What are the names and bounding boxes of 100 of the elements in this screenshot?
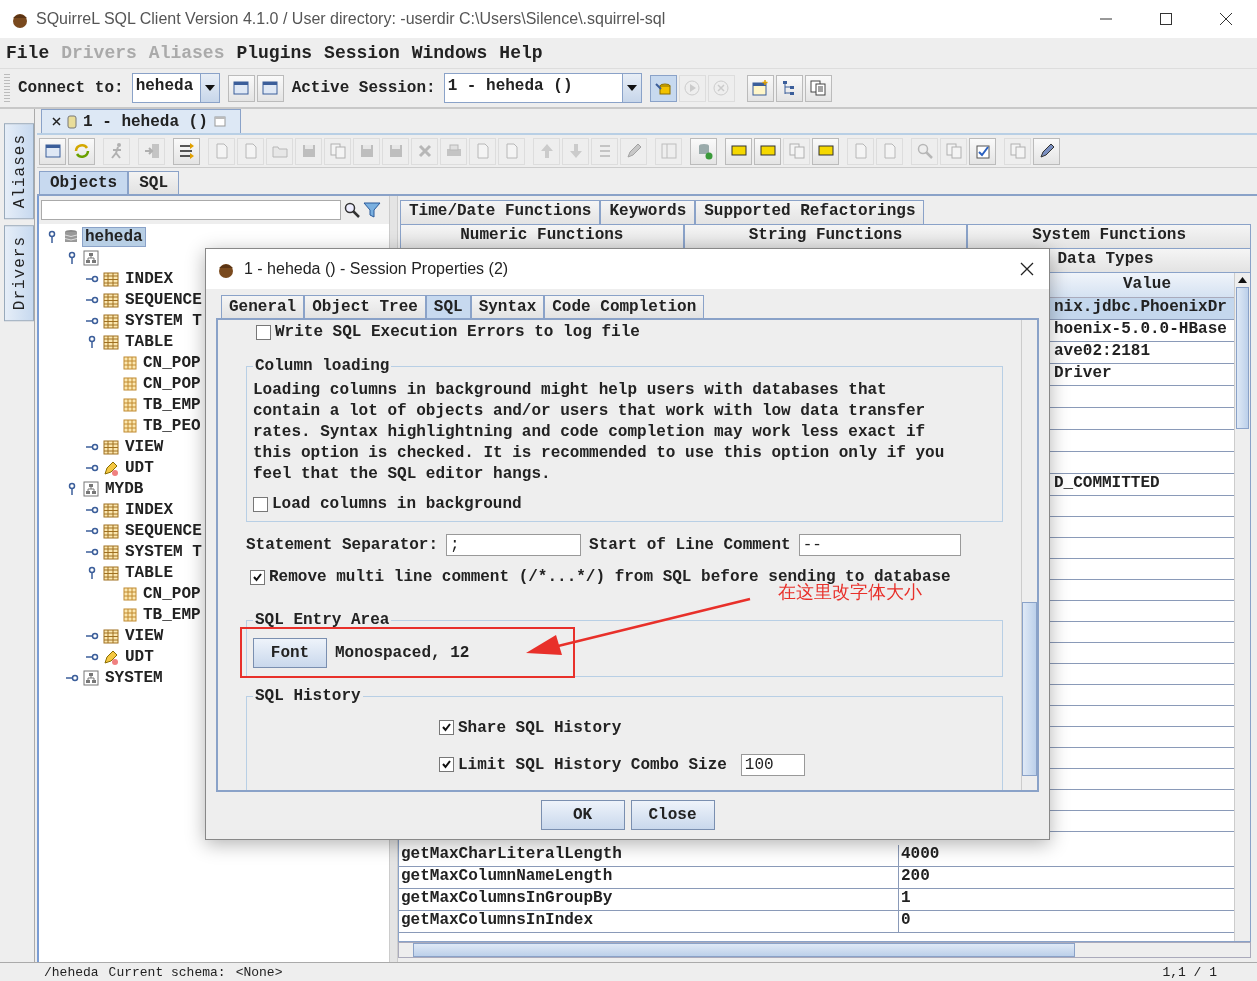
tree-item[interactable]: TABLE (123, 563, 175, 582)
toolbar-button[interactable] (1033, 137, 1060, 165)
tree-item[interactable]: SYSTEM (103, 668, 165, 687)
toolbar-button[interactable] (746, 74, 774, 102)
tab[interactable]: Time/Date Functions (400, 200, 601, 224)
table-cell: getMaxColumnsInIndex (401, 911, 594, 929)
tree-item[interactable]: UDT (123, 647, 156, 666)
grid-icon (123, 397, 137, 412)
tree-item[interactable]: SEQUENCE (123, 521, 204, 540)
filter-field[interactable] (41, 200, 341, 220)
input-field[interactable]: -- (798, 534, 961, 556)
exit-icon (142, 142, 161, 160)
tree-item[interactable]: MYDB (103, 479, 146, 498)
checkbox-label: Write SQL Execution Errors to log file (275, 323, 640, 341)
toolbar-button[interactable] (39, 137, 66, 165)
tree-item[interactable]: heheda (83, 227, 145, 246)
toolbar-button[interactable] (227, 74, 255, 102)
close-icon[interactable] (1019, 261, 1035, 277)
scroll-thumb[interactable] (1236, 287, 1249, 429)
table-icon (103, 291, 119, 308)
scroll-thumb[interactable] (413, 943, 1075, 957)
input-field[interactable]: ; (446, 534, 582, 556)
scrollbar[interactable] (398, 942, 1251, 958)
checkbox[interactable] (439, 757, 454, 772)
close-icon[interactable] (52, 117, 61, 126)
status-path: /heheda (44, 964, 99, 980)
toolbar-button[interactable] (256, 74, 284, 102)
table-cell: ave02:2181 (1054, 342, 1150, 360)
tree-item[interactable]: SYSTEM T (123, 542, 204, 561)
scrollbar[interactable] (1234, 273, 1250, 941)
caret-icon (626, 85, 637, 91)
grid-icon (123, 355, 137, 370)
tab[interactable]: Keywords (600, 200, 696, 224)
tree-item[interactable]: VIEW (123, 437, 166, 456)
input-field[interactable]: 100 (740, 753, 805, 776)
tab[interactable]: String Functions (683, 224, 968, 248)
close-icon[interactable] (1219, 12, 1233, 26)
menu-item[interactable]: Help (499, 43, 543, 63)
tree-item[interactable]: CN_POP (141, 584, 203, 603)
tree-item[interactable]: CN_POP (141, 353, 203, 372)
session-combo[interactable]: 1 - heheda () (443, 73, 642, 103)
side-tab[interactable]: Aliases (4, 123, 34, 220)
menu-item[interactable]: Windows (411, 43, 488, 63)
tab[interactable]: Supported Refactorings (695, 200, 925, 224)
tab[interactable]: System Functions (967, 224, 1251, 248)
dialog-button[interactable]: OK (540, 800, 625, 830)
tab[interactable]: Syntax (470, 295, 545, 318)
checkbox-label: Share SQL History (458, 718, 622, 737)
tab[interactable]: SQL (128, 171, 180, 194)
scrollbar[interactable] (1021, 320, 1037, 790)
checkbox[interactable] (253, 496, 268, 512)
tab[interactable]: Code Completion (544, 295, 705, 318)
menu-item[interactable]: File (6, 43, 50, 63)
search-icon[interactable] (343, 201, 361, 219)
field-label: Start of Line Comment (589, 536, 791, 554)
tab[interactable]: General (221, 295, 305, 318)
panel-icon (659, 142, 678, 160)
tab[interactable]: Object Tree (304, 295, 426, 318)
tree-item[interactable]: TB_EMP (141, 605, 203, 624)
checkbox[interactable] (250, 569, 265, 585)
check-icon (973, 142, 992, 160)
toolbar-button[interactable] (173, 137, 200, 165)
menu-item[interactable]: Session (324, 43, 400, 63)
checkbox[interactable] (439, 720, 454, 735)
tree-item[interactable]: TB_PEO (141, 416, 203, 435)
tab[interactable]: Objects (39, 171, 129, 194)
dialog-button[interactable]: Close (630, 800, 715, 830)
tree-item[interactable]: SEQUENCE (123, 290, 204, 309)
tree-item[interactable]: INDEX (123, 269, 175, 288)
menu-item[interactable]: Plugins (236, 43, 313, 63)
tab[interactable]: SQL (425, 295, 471, 318)
play-icon (683, 79, 702, 97)
maximize-icon[interactable] (1159, 12, 1173, 26)
window-icon[interactable] (213, 116, 226, 127)
tree-item[interactable]: TABLE (123, 332, 175, 351)
font-value: Monospaced, 12 (335, 644, 470, 662)
tree-item[interactable]: VIEW (123, 626, 166, 645)
copy-icon (328, 142, 347, 160)
font-button[interactable]: Font (253, 638, 327, 668)
scroll-up-icon[interactable] (1238, 277, 1247, 283)
connect-label: Connect to: (18, 79, 124, 97)
session-tab[interactable]: 1 - heheda () (41, 109, 241, 133)
tree-item[interactable]: UDT (123, 458, 156, 477)
arrows-icon (177, 142, 196, 160)
table-cell: getMaxColumnsInGroupBy (401, 889, 613, 907)
side-tab[interactable]: Drivers (4, 225, 34, 322)
toolbar-button[interactable] (775, 74, 803, 102)
pencil-icon (103, 648, 119, 665)
tree-item[interactable]: CN_POP (141, 374, 203, 393)
alias-combo[interactable]: heheda (131, 73, 220, 103)
tab[interactable]: Numeric Functions (400, 224, 684, 248)
filter-icon[interactable] (363, 201, 381, 219)
dialog-title: 1 - heheda () - Session Properties (2) (244, 260, 509, 278)
scroll-thumb[interactable] (1022, 602, 1037, 776)
tree-item[interactable]: SYSTEM T (123, 311, 204, 330)
checkbox[interactable] (256, 324, 271, 340)
session-title: 1 - heheda () (83, 112, 208, 131)
tree-item[interactable]: TB_EMP (141, 395, 203, 414)
tree-item[interactable]: INDEX (123, 500, 175, 519)
search-icon (915, 142, 934, 160)
